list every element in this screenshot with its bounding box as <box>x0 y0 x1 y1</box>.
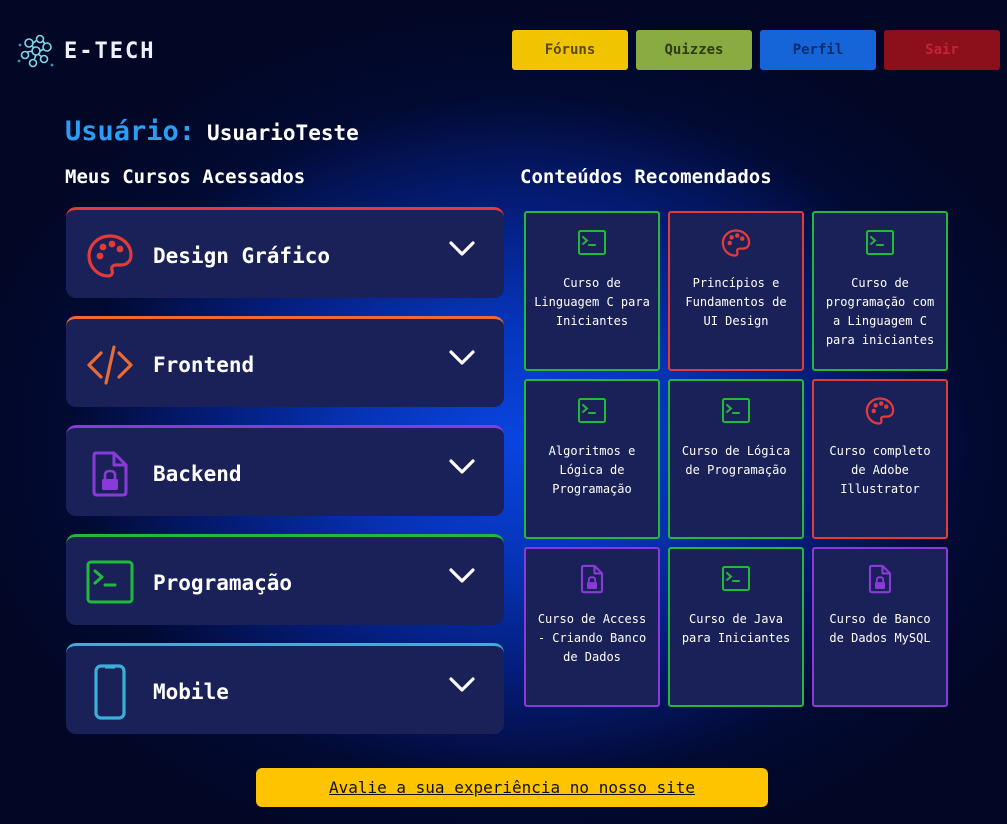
recommended-tile-text: Curso de programação com a Linguagem C p… <box>825 276 935 347</box>
recommended-tile[interactable]: Curso de Banco de Dados MySQL <box>812 547 948 707</box>
recommended-tile-text: Curso de Lógica de Programação <box>681 444 791 477</box>
recommended-tile[interactable]: Princípios e Fundamentos de UI Design <box>668 211 804 371</box>
palette-icon <box>87 234 133 278</box>
recommended-tile-text: Curso de Linguagem C para Iniciantes <box>534 276 650 328</box>
code-icon <box>87 345 133 385</box>
terminal-icon <box>86 560 134 604</box>
feedback-banner: Avalie a sua experiência no nosso site <box>256 768 768 807</box>
chevron-down-icon[interactable] <box>448 567 476 585</box>
user-label: Usuário: <box>65 116 196 147</box>
locked-file-icon <box>92 451 128 497</box>
course-card-backend[interactable]: Backend <box>66 425 504 516</box>
course-card-label: Frontend <box>153 353 255 377</box>
forums-button[interactable]: Fóruns <box>512 30 628 70</box>
recommended-tile-text: Princípios e Fundamentos de UI Design <box>685 276 787 328</box>
course-card-design[interactable]: Design Gráfico <box>66 207 504 298</box>
logout-button[interactable]: Sair <box>884 30 1000 70</box>
chevron-down-icon[interactable] <box>448 676 476 694</box>
recommended-tile-text: Curso completo de Adobe Illustrator <box>829 444 931 496</box>
logo-text: E-TECH <box>64 38 156 64</box>
quizzes-button[interactable]: Quizzes <box>636 30 752 70</box>
recommended-tile[interactable]: Curso de Access - Criando Banco de Dados <box>524 547 660 707</box>
recommended-tile-text: Algoritmos e Lógica de Programação <box>548 444 636 496</box>
user-info: Usuário: UsuarioTeste <box>65 116 359 147</box>
logo[interactable]: E-TECH <box>16 31 155 71</box>
palette-icon <box>865 397 895 425</box>
recommended-tile[interactable]: Curso de Linguagem C para Iniciantes <box>524 211 660 371</box>
course-card-frontend[interactable]: Frontend <box>66 316 504 407</box>
recommended-tile-text: Curso de Banco de Dados MySQL <box>829 612 931 645</box>
locked-file-icon <box>868 564 892 594</box>
course-card-label: Programação <box>153 571 293 595</box>
terminal-icon <box>866 230 894 255</box>
recommended-tile[interactable]: Curso de Java para Iniciantes <box>668 547 804 707</box>
courses-section-title: Meus Cursos Acessados <box>65 166 306 188</box>
brain-circuit-icon <box>17 34 54 68</box>
course-card-programming[interactable]: Programação <box>66 534 504 625</box>
recommended-tile[interactable]: Curso de programação com a Linguagem C p… <box>812 211 948 371</box>
user-name: UsuarioTeste <box>207 121 359 145</box>
smartphone-icon <box>94 664 126 720</box>
palette-icon <box>721 229 751 257</box>
recommended-grid: Curso de Linguagem C para Iniciantes Pri… <box>524 211 948 707</box>
feedback-link[interactable]: Avalie a sua experiência no nosso site <box>329 778 695 797</box>
recommended-tile-text: Curso de Access - Criando Banco de Dados <box>537 612 647 664</box>
terminal-icon <box>722 398 750 423</box>
course-card-mobile[interactable]: Mobile <box>66 643 504 734</box>
recommended-section-title: Conteúdos Recomendados <box>520 166 772 188</box>
chevron-down-icon[interactable] <box>448 458 476 476</box>
recommended-tile[interactable]: Algoritmos e Lógica de Programação <box>524 379 660 539</box>
top-nav: Fóruns Quizzes Perfil Sair <box>512 30 1000 70</box>
terminal-icon <box>578 398 606 423</box>
terminal-icon <box>578 230 606 255</box>
locked-file-icon <box>580 564 604 594</box>
profile-button[interactable]: Perfil <box>760 30 876 70</box>
recommended-tile[interactable]: Curso de Lógica de Programação <box>668 379 804 539</box>
recommended-tile[interactable]: Curso completo de Adobe Illustrator <box>812 379 948 539</box>
course-card-label: Backend <box>153 462 242 486</box>
course-card-label: Design Gráfico <box>153 244 331 268</box>
recommended-tile-text: Curso de Java para Iniciantes <box>681 612 791 645</box>
terminal-icon <box>722 566 750 591</box>
chevron-down-icon[interactable] <box>448 240 476 258</box>
chevron-down-icon[interactable] <box>448 349 476 367</box>
course-card-label: Mobile <box>153 680 229 704</box>
